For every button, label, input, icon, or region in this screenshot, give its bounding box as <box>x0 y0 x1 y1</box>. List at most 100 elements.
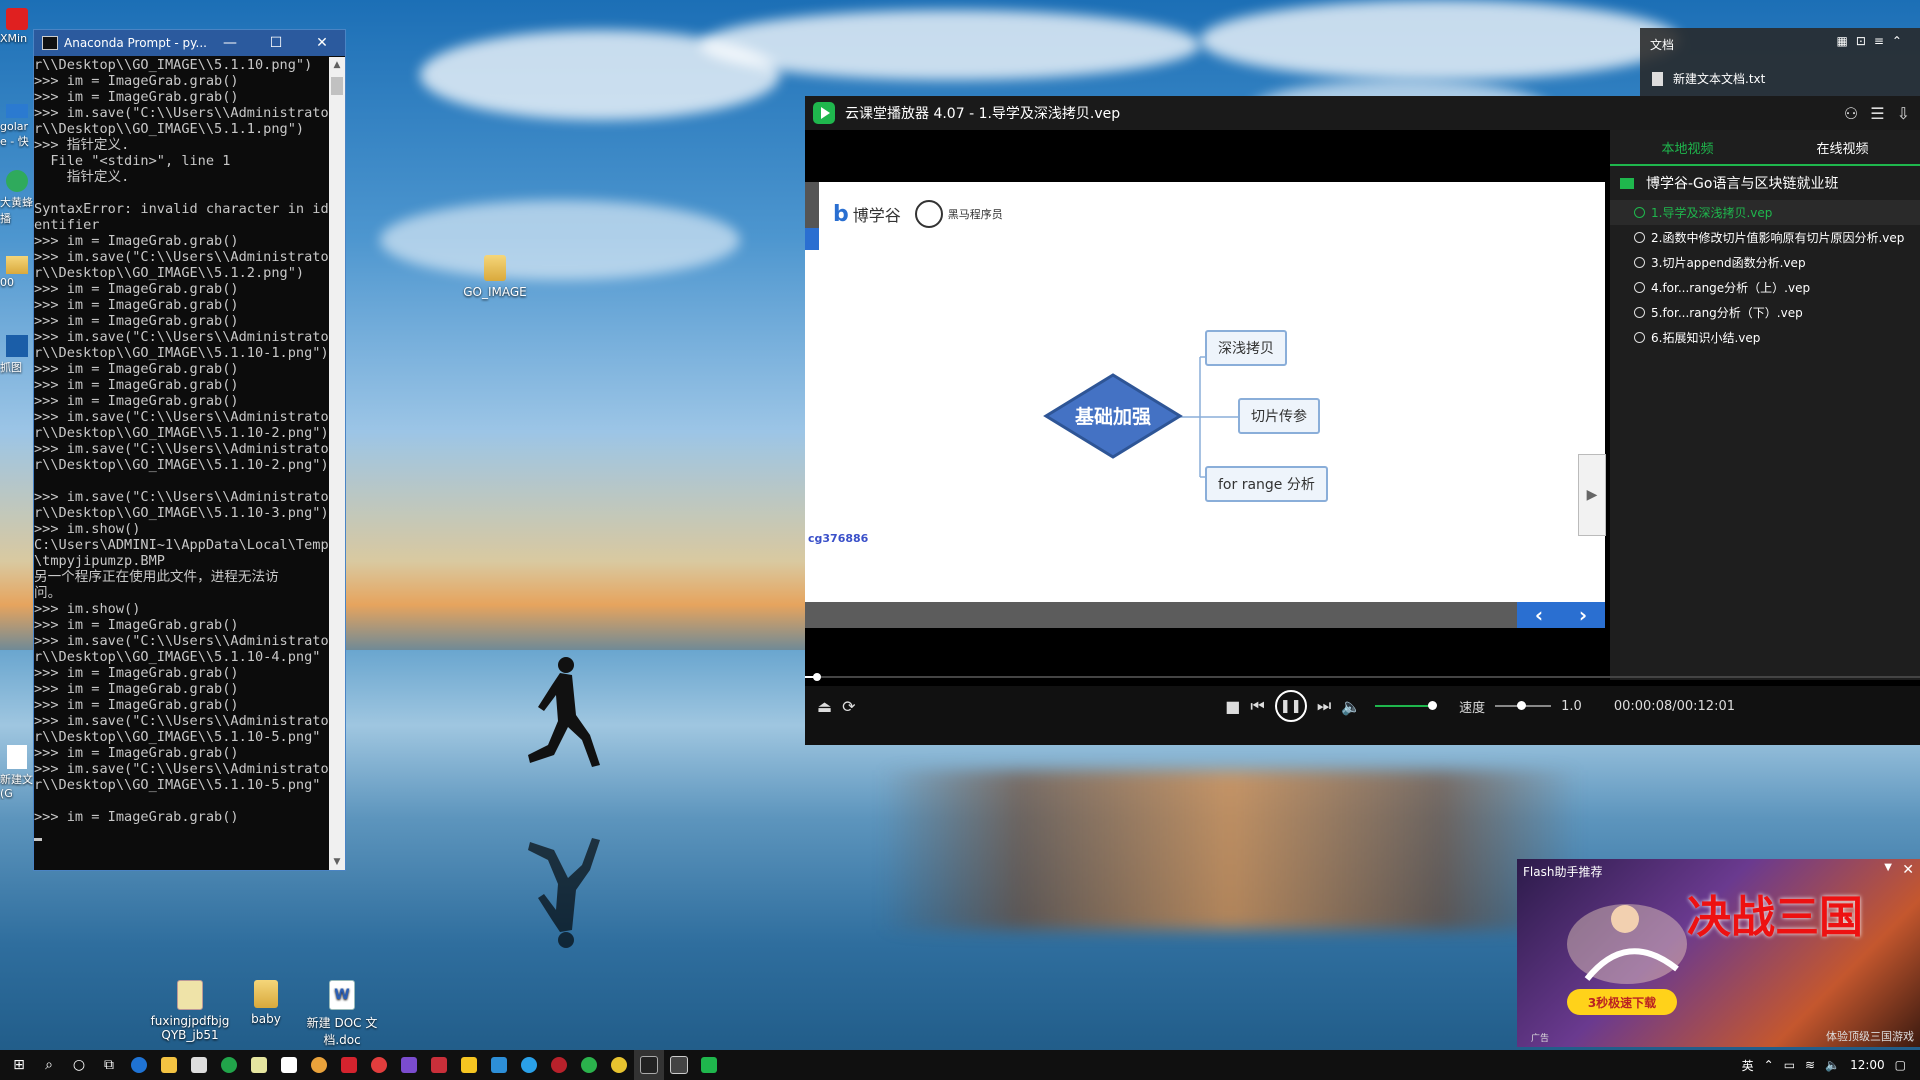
desktop-icon-folder[interactable]: 00 <box>0 256 34 289</box>
console-scrollbar[interactable]: ▲ ▼ <box>329 57 345 870</box>
eject-icon[interactable]: ⏏ <box>817 697 832 716</box>
playlist-folder[interactable]: 博学谷-Go语言与区块链就业班 <box>1610 166 1920 200</box>
panel-controls-icon[interactable]: ▦⊡≡⌃ <box>1836 34 1910 48</box>
task-view-icon[interactable]: ⧉ <box>94 1050 124 1080</box>
desktop-icon-fuxing[interactable]: fuxingjpdfbjgQYB_jb51 <box>150 980 230 1042</box>
clock[interactable]: 12:00 <box>1850 1058 1885 1072</box>
notepad-icon[interactable] <box>244 1050 274 1080</box>
player-titlebar[interactable]: 云课堂播放器 4.07 - 1.导学及深浅拷贝.vep ⚇ ☰ ⇩ <box>805 96 1920 130</box>
list-icon[interactable]: ☰ <box>1870 104 1884 123</box>
minimize-button[interactable]: — <box>207 35 253 51</box>
app-green-icon[interactable] <box>214 1050 244 1080</box>
desktop-icon-capture[interactable]: 抓图 <box>0 335 34 375</box>
close-button[interactable]: ✕ <box>299 35 345 51</box>
video-frame[interactable]: b 博学谷 黑马程序员 基础加强 深浅拷贝 切片传参 for range 分析 … <box>805 182 1606 602</box>
cortana-icon[interactable]: ○ <box>64 1050 94 1080</box>
next-icon[interactable]: ⏭ <box>1317 696 1331 716</box>
maximize-button[interactable]: ☐ <box>253 35 299 51</box>
player-controls[interactable]: ⏏ ⟳ ■ ⏮ ❚❚ ⏭ 🔈 速度 1.0 00:00:08/00:12:01 <box>805 673 1920 745</box>
chrome-icon[interactable] <box>304 1050 334 1080</box>
desktop-icon-go-image[interactable]: GO_IMAGE <box>455 255 535 299</box>
slide-next-button[interactable]: › <box>1579 603 1587 627</box>
volume-icon[interactable]: 🔈 <box>1341 697 1361 716</box>
playlist-item[interactable]: 6.拓展知识小结.vep <box>1610 325 1920 350</box>
document-file-item[interactable]: 新建文本文档.txt <box>1652 70 1765 87</box>
app-yellow2-icon[interactable] <box>604 1050 634 1080</box>
volume-slider[interactable] <box>1375 701 1438 710</box>
loop-icon[interactable]: ⟳ <box>842 697 855 716</box>
system-tray[interactable]: 英 ⌃ ▭ ≋ 🔈 12:00 ▢ <box>1742 1050 1920 1080</box>
playlist-panel[interactable]: 本地视频 在线视频 博学谷-Go语言与区块链就业班 1.导学及深浅拷贝.vep 2… <box>1610 130 1920 680</box>
slide-prev-button[interactable]: ‹ <box>1535 603 1543 627</box>
desktop-icon-newtext[interactable]: 新建文 (G <box>0 745 34 800</box>
flash-ad-popup[interactable]: Flash助手推荐 ▼ ✕ 决战三国 3秒极速下载 广告 体验顶级三国游戏 <box>1517 859 1920 1047</box>
scroll-down-icon[interactable]: ▼ <box>329 854 345 870</box>
document-panel[interactable]: 文档 ▦⊡≡⌃ 新建文本文档.txt <box>1640 28 1920 96</box>
visual-studio-icon[interactable] <box>394 1050 424 1080</box>
ad-close-button[interactable]: ✕ <box>1902 862 1914 878</box>
scrollbar-thumb[interactable] <box>331 77 343 95</box>
ad-collapse-icon[interactable]: ▼ <box>1884 862 1892 873</box>
tab-online-video[interactable]: 在线视频 <box>1765 130 1920 164</box>
start-icon[interactable]: ⊞ <box>4 1050 34 1080</box>
console-line: >>> im.show() <box>34 601 141 617</box>
previous-icon[interactable]: ⏮ <box>1250 696 1264 716</box>
go-app-icon[interactable] <box>664 1050 694 1080</box>
anaconda-prompt-window[interactable]: Anaconda Prompt - py... — ☐ ✕ r\\Desktop… <box>33 29 346 871</box>
slide-nav[interactable]: ‹ › <box>1517 602 1605 628</box>
video-player-window[interactable]: 云课堂播放器 4.07 - 1.导学及深浅拷贝.vep ⚇ ☰ ⇩ b 博学谷 … <box>805 96 1920 745</box>
input-method-indicator[interactable]: 英 <box>1742 1057 1754 1074</box>
pause-button[interactable]: ❚❚ <box>1274 690 1307 722</box>
node-for-range: for range 分析 <box>1205 466 1328 502</box>
playlist-item[interactable]: 3.切片append函数分析.vep <box>1610 250 1920 275</box>
desktop-icon-xmind[interactable]: XMin <box>0 8 34 45</box>
center-node: 基础加强 <box>1043 372 1183 460</box>
tray-up-icon[interactable]: ⌃ <box>1764 1058 1774 1072</box>
seek-bar[interactable] <box>805 673 1920 681</box>
app-green2-icon[interactable] <box>574 1050 604 1080</box>
store-icon[interactable] <box>274 1050 304 1080</box>
console-titlebar[interactable]: Anaconda Prompt - py... — ☐ ✕ <box>34 30 345 56</box>
playlist-item[interactable]: 4.for...range分析（上）.vep <box>1610 275 1920 300</box>
edge-icon[interactable] <box>124 1050 154 1080</box>
speed-slider[interactable] <box>1495 701 1552 710</box>
desktop-icon-baby[interactable]: baby <box>226 980 306 1026</box>
ad-download-button[interactable]: 3秒极速下载 <box>1567 989 1677 1015</box>
desktop-icon-new-doc[interactable]: W 新建 DOC 文档.doc <box>300 980 384 1048</box>
console-line: >>> im.save("C:\\Users\\Administrato <box>34 489 329 505</box>
playlist-tabs[interactable]: 本地视频 在线视频 <box>1610 130 1920 166</box>
desktop-icon-golar[interactable]: golar e - 快 <box>0 104 34 149</box>
player-taskbar-icon[interactable] <box>694 1050 724 1080</box>
search-icon[interactable]: ⌕ <box>34 1050 64 1080</box>
app-red2-icon[interactable] <box>364 1050 394 1080</box>
slide-expand-arrow-icon[interactable]: ▶ <box>1578 454 1606 536</box>
console-output[interactable]: r\\Desktop\\GO_IMAGE\\5.1.10.png") >>> im… <box>34 57 330 870</box>
network-icon[interactable]: ▭ <box>1784 1058 1795 1072</box>
playlist-item[interactable]: 1.导学及深浅拷贝.vep <box>1610 200 1920 225</box>
speaker-icon[interactable]: 🔈 <box>1825 1058 1840 1072</box>
console-line: 问。 <box>34 585 62 601</box>
scroll-up-icon[interactable]: ▲ <box>329 57 345 73</box>
user-icon[interactable]: ⚇ <box>1844 104 1858 123</box>
console-taskbar-icon[interactable] <box>634 1050 664 1080</box>
import-icon[interactable]: ⇩ <box>1897 104 1910 123</box>
wifi-icon[interactable]: ≋ <box>1805 1058 1815 1072</box>
app-blue2-icon[interactable] <box>514 1050 544 1080</box>
mail-icon[interactable] <box>184 1050 214 1080</box>
desktop-icon-bumblebee[interactable]: 大黄蜂播 <box>0 170 34 226</box>
seek-knob[interactable] <box>813 673 822 681</box>
app-red-icon[interactable] <box>334 1050 364 1080</box>
explorer-icon[interactable] <box>154 1050 184 1080</box>
app-blue-icon[interactable] <box>484 1050 514 1080</box>
notification-icon[interactable]: ▢ <box>1895 1058 1906 1072</box>
console-line: >>> im.save("C:\\Users\\Administrato <box>34 441 329 457</box>
playlist-item[interactable]: 5.for...rang分析（下）.vep <box>1610 300 1920 325</box>
tab-local-video[interactable]: 本地视频 <box>1610 130 1765 164</box>
stop-icon[interactable]: ■ <box>1225 697 1240 716</box>
taskbar[interactable]: ⊞ ⌕ ○ ⧉ 英 ⌃ ▭ ≋ 🔈 12:00 ▢ <box>0 1050 1920 1080</box>
app-red3-icon[interactable] <box>424 1050 454 1080</box>
app-cherry-icon[interactable] <box>544 1050 574 1080</box>
app-yellow-icon[interactable] <box>454 1050 484 1080</box>
playlist-item[interactable]: 2.函数中修改切片值影响原有切片原因分析.vep <box>1610 225 1920 250</box>
slide-side-mark <box>805 228 819 250</box>
